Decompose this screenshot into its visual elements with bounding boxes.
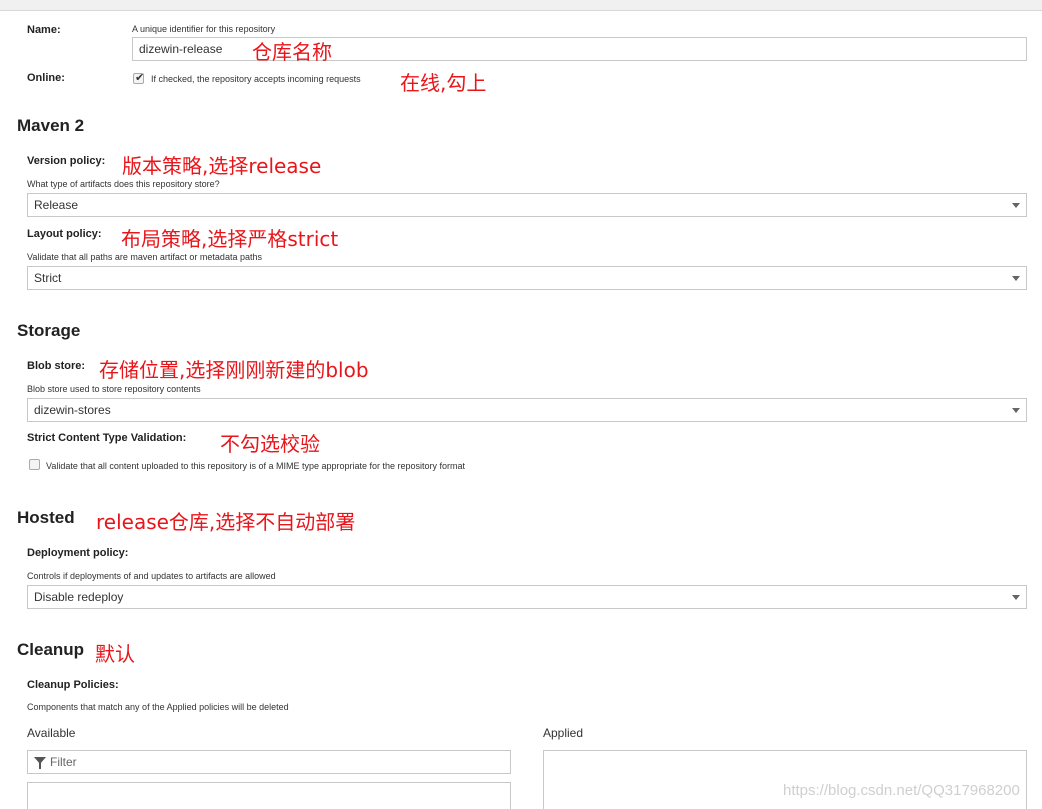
name-annotation: 仓库名称 <box>252 40 332 64</box>
name-label: Name: <box>27 24 61 36</box>
cleanup-section-title: Cleanup <box>17 640 85 659</box>
filter-input[interactable]: Filter <box>27 750 511 774</box>
cleanup-annotation: 默认 <box>95 642 135 666</box>
layout-policy-label: Layout policy: <box>27 228 102 240</box>
deployment-policy-select[interactable]: Disable redeploy <box>27 585 1027 609</box>
strict-validation-checkbox-text: Validate that all content uploaded to th… <box>46 461 466 471</box>
storage-section-title: Storage <box>17 321 81 340</box>
name-input-value: dizewin-release <box>139 42 223 56</box>
version-policy-value: Release <box>34 198 79 212</box>
hosted-annotation: release仓库,选择不自动部署 <box>96 510 356 534</box>
deployment-policy-label: Deployment policy: <box>27 547 129 559</box>
blob-store-select[interactable]: dizewin-stores <box>27 398 1027 422</box>
version-policy-label: Version policy: <box>27 155 106 167</box>
filter-icon <box>34 757 46 769</box>
hosted-section-title: Hosted <box>17 508 75 527</box>
layout-policy-select[interactable]: Strict <box>27 266 1027 290</box>
cleanup-policies-help: Components that match any of the Applied… <box>27 702 289 712</box>
applied-label: Applied <box>543 726 584 740</box>
blob-store-value: dizewin-stores <box>34 403 111 417</box>
strict-validation-label: Strict Content Type Validation: <box>27 432 187 444</box>
deployment-policy-help: Controls if deployments of and updates t… <box>27 571 276 581</box>
check-icon: ✔ <box>135 72 145 84</box>
available-list[interactable] <box>27 782 511 809</box>
chevron-down-icon <box>1012 203 1020 208</box>
online-checkbox-text: If checked, the repository accepts incom… <box>151 74 361 84</box>
chevron-down-icon <box>1012 276 1020 281</box>
strict-validation-annotation: 不勾选校验 <box>220 432 320 456</box>
layout-policy-help: Validate that all paths are maven artifa… <box>27 252 262 262</box>
version-policy-annotation: 版本策略,选择release <box>122 154 322 178</box>
maven-section-title: Maven 2 <box>17 116 85 135</box>
layout-policy-annotation: 布局策略,选择严格strict <box>121 227 339 251</box>
strict-validation-checkbox[interactable] <box>29 459 40 470</box>
online-label: Online: <box>27 72 65 84</box>
watermark-text: https://blog.csdn.net/QQ317968200 <box>783 782 1020 799</box>
deployment-policy-value: Disable redeploy <box>34 590 124 604</box>
blob-store-help: Blob store used to store repository cont… <box>27 384 201 394</box>
online-annotation: 在线,勾上 <box>400 71 487 95</box>
version-policy-select[interactable]: Release <box>27 193 1027 217</box>
top-toolbar-edge <box>0 0 1042 11</box>
name-help: A unique identifier for this repository <box>132 24 276 34</box>
filter-placeholder: Filter <box>50 755 77 769</box>
chevron-down-icon <box>1012 408 1020 413</box>
cleanup-policies-label: Cleanup Policies: <box>27 679 119 691</box>
applied-list[interactable] <box>543 750 1027 809</box>
chevron-down-icon <box>1012 595 1020 600</box>
layout-policy-value: Strict <box>34 271 62 285</box>
available-label: Available <box>27 726 76 740</box>
version-policy-help: What type of artifacts does this reposit… <box>27 179 220 189</box>
online-checkbox[interactable]: ✔ <box>133 72 145 84</box>
blob-store-label: Blob store: <box>27 360 86 372</box>
blob-store-annotation: 存储位置,选择刚刚新建的blob <box>99 358 369 382</box>
